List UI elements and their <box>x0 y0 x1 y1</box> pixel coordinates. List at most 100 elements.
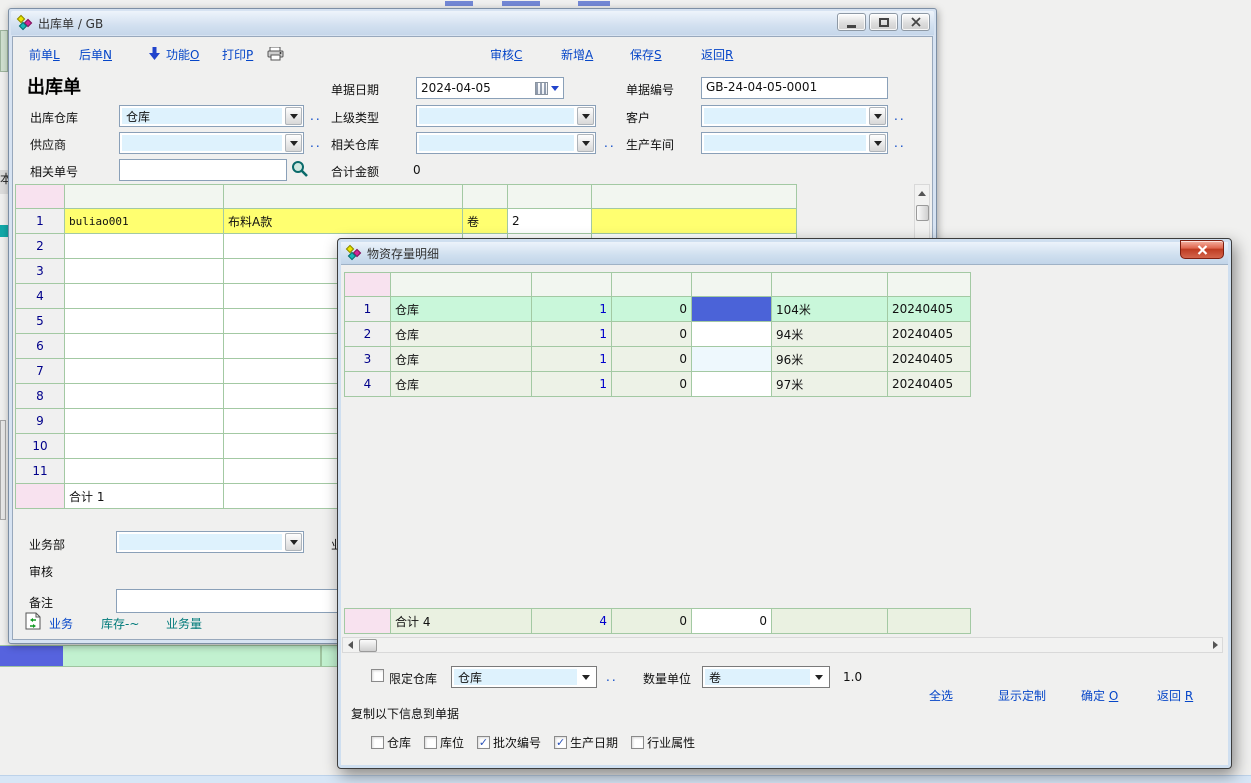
printer-icon[interactable] <box>267 47 284 61</box>
dept-select[interactable] <box>116 531 304 553</box>
background-selected-cell <box>0 646 63 666</box>
workshop-select[interactable] <box>701 132 888 154</box>
display-custom-button[interactable]: 显示定制 <box>998 687 1046 704</box>
chevron-down-icon <box>290 141 298 150</box>
supplier-select[interactable] <box>119 132 304 154</box>
stock-table: 1 仓库 1 0 104米 20240405 2 仓库 1 0 94米 2024… <box>344 272 971 397</box>
doc-no-input[interactable]: GB-24-04-05-0001 <box>701 77 888 99</box>
save-button[interactable]: 保存S <box>630 46 662 63</box>
stock-row[interactable]: 3 仓库 1 0 96米 20240405 <box>345 347 971 372</box>
column-header[interactable] <box>612 273 692 297</box>
related-no-input[interactable] <box>119 159 287 181</box>
stock-row[interactable]: 2 仓库 1 0 94米 20240405 <box>345 322 971 347</box>
related-warehouse-select[interactable] <box>416 132 596 154</box>
column-header[interactable] <box>772 273 888 297</box>
audit-button[interactable]: 审核C <box>490 46 522 63</box>
return-button[interactable]: 返回 R <box>1157 687 1193 704</box>
horizontal-scrollbar[interactable] <box>342 637 1223 653</box>
desktop: 本 出库单 / GB 前单L 后单N 功能O 打印P 审核C <box>0 0 1251 783</box>
close-button[interactable] <box>901 13 930 31</box>
close-icon <box>911 17 921 27</box>
prev-doc-button[interactable]: 前单L <box>29 46 60 63</box>
column-header[interactable] <box>692 273 772 297</box>
minimize-button[interactable] <box>837 13 866 31</box>
print-button[interactable]: 打印P <box>222 46 253 63</box>
dialog-close-button[interactable] <box>1180 240 1224 259</box>
select-qty-cell[interactable] <box>692 322 772 347</box>
qty-unit-select[interactable]: 卷 <box>702 666 830 688</box>
customer-select[interactable] <box>701 105 888 127</box>
column-header[interactable] <box>16 185 65 209</box>
related-warehouse-label: 相关仓库 <box>331 136 379 153</box>
column-header[interactable] <box>888 273 971 297</box>
lookup-dots-button[interactable]: .. <box>606 670 618 684</box>
lookup-dots-button[interactable]: .. <box>604 136 616 150</box>
window-titlebar[interactable]: 出库单 / GB <box>11 11 934 35</box>
calendar-icon[interactable] <box>535 82 548 95</box>
return-button[interactable]: 返回R <box>701 46 733 63</box>
column-header[interactable] <box>532 273 612 297</box>
copy-option-checkbox[interactable]: 批次编号 <box>477 734 541 751</box>
scrollbar-thumb[interactable] <box>916 205 929 221</box>
limit-warehouse-select[interactable]: 仓库 <box>451 666 597 688</box>
column-header[interactable] <box>65 185 224 209</box>
copy-option-checkbox[interactable]: 行业属性 <box>631 734 695 751</box>
note-label: 备注 <box>29 594 53 611</box>
function-button[interactable]: 功能O <box>166 46 199 63</box>
product-table-header <box>16 185 797 209</box>
qty-edit-cell[interactable]: 2 <box>508 209 592 234</box>
dialog-titlebar[interactable]: 物资存量明细 <box>341 242 1228 265</box>
scroll-up-icon[interactable] <box>918 191 926 196</box>
background-window-fragment <box>0 225 8 237</box>
scroll-right-icon[interactable] <box>1213 641 1218 649</box>
chevron-down-icon <box>582 114 590 123</box>
parent-type-select[interactable] <box>416 105 596 127</box>
column-header[interactable] <box>508 185 592 209</box>
total-label: 合计 1 <box>65 484 224 509</box>
column-header[interactable] <box>224 185 463 209</box>
stock-detail-dialog: 物资存量明细 1 仓库 1 0 104米 20240405 2 仓库 <box>337 238 1232 769</box>
select-qty-cell[interactable] <box>692 297 772 322</box>
limit-warehouse-checkbox[interactable] <box>371 669 384 685</box>
copy-option-checkbox[interactable]: 仓库 <box>371 734 411 751</box>
checkbox-icon <box>554 736 567 749</box>
column-header[interactable] <box>391 273 532 297</box>
chevron-down-icon <box>290 114 298 123</box>
maximize-button[interactable] <box>869 13 898 31</box>
new-button[interactable]: 新增A <box>561 46 593 63</box>
out-warehouse-select[interactable]: 仓库 <box>119 105 304 127</box>
ok-button[interactable]: 确定 O <box>1081 687 1118 704</box>
product-row[interactable]: 1 buliao001 布料A款 卷 2 <box>16 209 797 234</box>
tab-business[interactable]: 业务 <box>49 615 73 632</box>
app-icon <box>17 15 33 31</box>
page-title: 出库单 <box>27 73 81 99</box>
copy-options-row: 仓库 库位 批次编号 生产日期 行业属性 <box>371 734 695 751</box>
column-header[interactable] <box>463 185 508 209</box>
column-header[interactable] <box>592 185 797 209</box>
tab-inventory[interactable]: 库存-~ <box>101 615 139 632</box>
qty-unit-label: 数量单位 <box>643 670 691 687</box>
select-qty-cell[interactable] <box>692 372 772 397</box>
stock-row[interactable]: 1 仓库 1 0 104米 20240405 <box>345 297 971 322</box>
scrollbar-thumb[interactable] <box>359 639 377 652</box>
lookup-dots-button[interactable]: .. <box>894 136 906 150</box>
copy-option-checkbox[interactable]: 生产日期 <box>554 734 618 751</box>
select-qty-cell[interactable] <box>692 347 772 372</box>
doc-date-input[interactable]: 2024-04-05 <box>416 77 564 99</box>
tab-business-volume[interactable]: 业务量 <box>166 615 202 632</box>
next-doc-button[interactable]: 后单N <box>79 46 112 63</box>
stock-row[interactable]: 4 仓库 1 0 97米 20240405 <box>345 372 971 397</box>
column-header[interactable] <box>345 273 391 297</box>
dialog-title: 物资存量明细 <box>367 245 439 262</box>
copy-option-checkbox[interactable]: 库位 <box>424 734 464 751</box>
lookup-dots-button[interactable]: .. <box>310 109 322 123</box>
background-window-fragment <box>0 420 6 520</box>
chevron-down-icon[interactable] <box>551 86 559 95</box>
background-grid-row <box>0 645 337 667</box>
lookup-dots-button[interactable]: .. <box>894 109 906 123</box>
search-icon[interactable] <box>291 160 309 178</box>
scroll-left-icon[interactable] <box>348 641 353 649</box>
lookup-dots-button[interactable]: .. <box>310 136 322 150</box>
related-no-label: 相关单号 <box>30 163 78 180</box>
select-all-button[interactable]: 全选 <box>929 687 953 704</box>
